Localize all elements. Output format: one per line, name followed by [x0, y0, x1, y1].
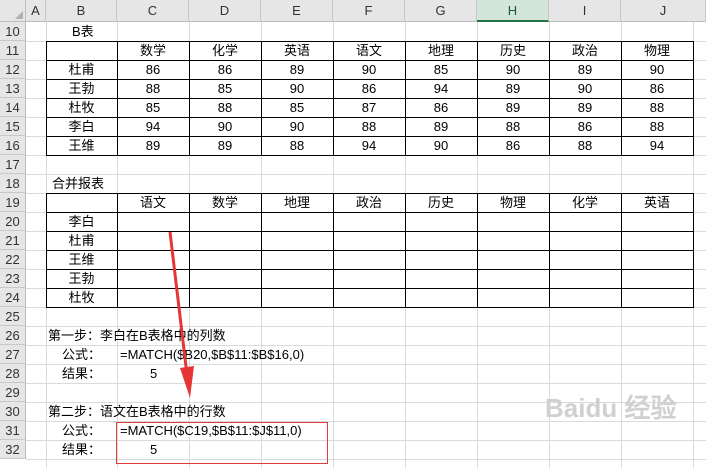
watermark-text: Baidu 经验	[545, 393, 677, 423]
baidu-watermark: Baidu 经验	[545, 388, 676, 425]
